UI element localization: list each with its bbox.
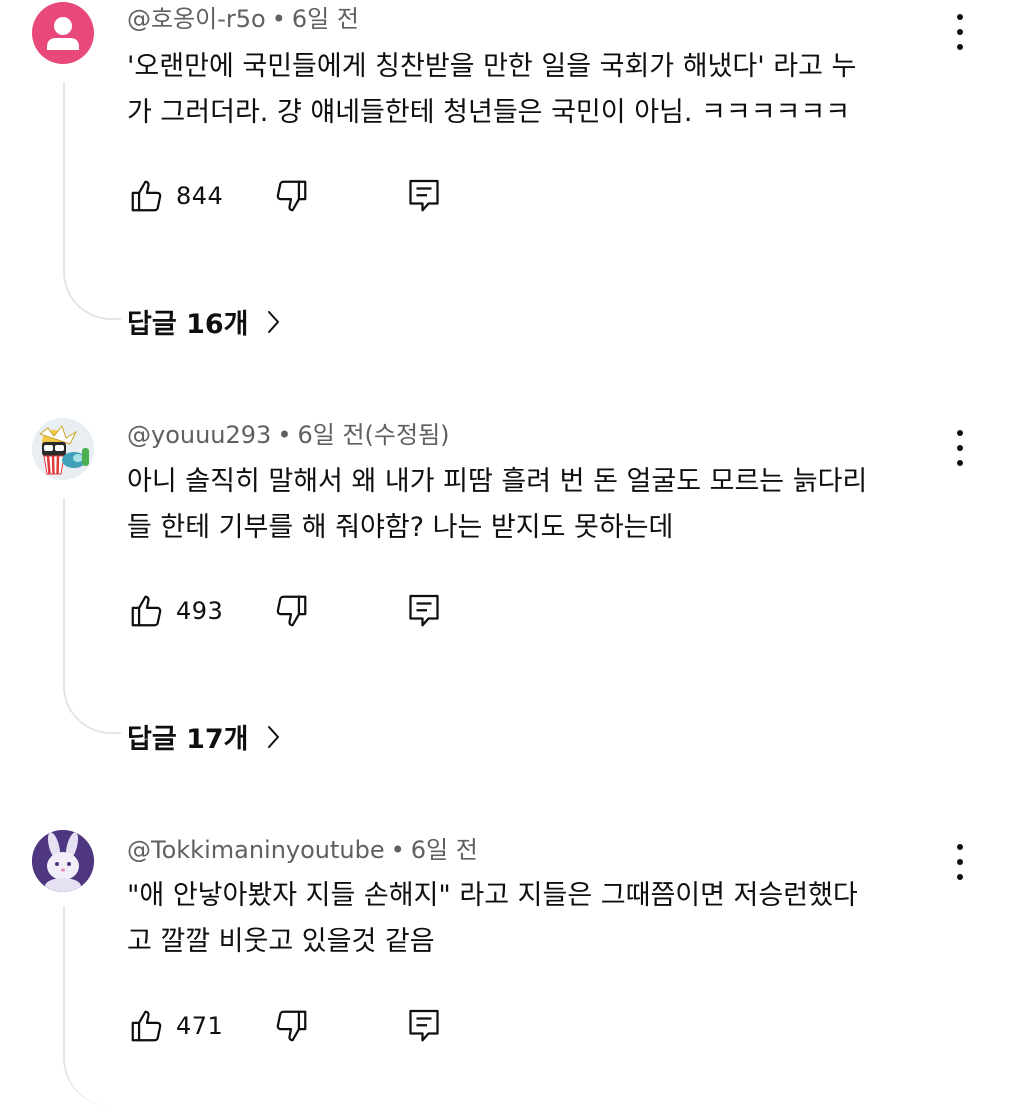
popcorn-character-icon <box>32 418 94 480</box>
comment-text: "애 안낳아봤자 지들 손해지" 라고 지들은 그때쯤이면 저승런했다 고 깔깔… <box>127 873 947 965</box>
comment-actions: 471 <box>124 1004 464 1048</box>
reply-button[interactable] <box>406 589 442 633</box>
more-vertical-icon[interactable] <box>944 842 976 882</box>
dislike-button[interactable] <box>272 174 310 218</box>
comment-text-line: 아니 솔직히 말해서 왜 내가 피땀 흘려 번 돈 얼굴도 모르는 늙다리 <box>127 466 868 497</box>
thumbs-up-icon <box>131 1010 162 1042</box>
more-vertical-icon[interactable] <box>944 428 976 468</box>
comment-meta: @Tokkimaninyoutube • 6일 전 <box>127 836 478 864</box>
view-replies-button[interactable]: 답글 16개 <box>127 302 281 341</box>
thumbs-down-icon <box>276 595 307 627</box>
avatar[interactable] <box>32 418 94 480</box>
replies-label: 답글 17개 <box>127 724 249 755</box>
comment-actions: 844 <box>124 174 464 218</box>
chevron-right-icon <box>267 310 279 333</box>
thumbs-down-icon <box>276 180 307 212</box>
like-count: 471 <box>176 1012 224 1040</box>
reply-button[interactable] <box>406 174 442 218</box>
avatar[interactable] <box>32 2 94 64</box>
like-count: 493 <box>176 597 224 625</box>
default-person-icon <box>47 17 79 50</box>
more-vertical-icon[interactable] <box>944 12 976 52</box>
dislike-button[interactable] <box>272 1004 310 1048</box>
author-handle[interactable]: @youuu293 <box>127 421 271 449</box>
thumbs-up-icon <box>131 595 162 627</box>
thread-line <box>63 906 121 1106</box>
reply-icon <box>409 1009 439 1042</box>
comment-time[interactable]: 6일 전(수정됨) <box>297 421 449 449</box>
thumbs-down-icon <box>276 1010 307 1042</box>
thread-line <box>63 82 121 320</box>
comment-meta: @youuu293 • 6일 전(수정됨) <box>127 421 450 449</box>
comment-actions: 493 <box>124 589 464 633</box>
like-count: 844 <box>176 182 224 210</box>
avatar[interactable] <box>32 830 94 892</box>
comment-text-line: 가 그러더라. 걍 얘네들한테 청년들은 국민이 아님. ㅋㅋㅋㅋㅋㅋ <box>127 97 851 128</box>
reply-button[interactable] <box>406 1004 442 1048</box>
author-handle[interactable]: @호옹이-r5o <box>127 5 266 33</box>
reply-icon <box>409 594 439 627</box>
like-button[interactable]: 493 <box>128 589 223 633</box>
like-button[interactable]: 844 <box>128 174 223 218</box>
reply-icon <box>409 179 439 212</box>
like-button[interactable]: 471 <box>128 1004 223 1048</box>
bunny-character-icon <box>32 830 94 892</box>
comment-text: '오랜만에 국민들에게 칭찬받을 만한 일을 국회가 해냈다' 라고 누 가 그… <box>127 44 947 136</box>
author-handle[interactable]: @Tokkimaninyoutube <box>127 836 385 864</box>
comment-text-line: 들 한테 기부를 해 줘야함? 나는 받지도 못하는데 <box>127 512 674 543</box>
chevron-right-icon <box>267 725 279 748</box>
comment-text-line: 고 깔깔 비웃고 있을것 같음 <box>127 926 435 957</box>
comment-meta: @호옹이-r5o • 6일 전 <box>127 5 359 33</box>
replies-label: 답글 16개 <box>127 309 249 340</box>
thumbs-up-icon <box>131 180 162 212</box>
thread-line <box>63 498 121 734</box>
comment-text: 아니 솔직히 말해서 왜 내가 피땀 흘려 번 돈 얼굴도 모르는 늙다리 들 … <box>127 459 947 551</box>
comment-text-line: "애 안낳아봤자 지들 손해지" 라고 지들은 그때쯤이면 저승런했다 <box>127 880 858 911</box>
view-replies-button[interactable]: 답글 17개 <box>127 717 281 756</box>
comment-time[interactable]: 6일 전 <box>411 836 478 864</box>
comment-text-line: '오랜만에 국민들에게 칭찬받을 만한 일을 국회가 해냈다' 라고 누 <box>127 51 857 82</box>
comment-time[interactable]: 6일 전 <box>292 5 359 33</box>
dislike-button[interactable] <box>272 589 310 633</box>
